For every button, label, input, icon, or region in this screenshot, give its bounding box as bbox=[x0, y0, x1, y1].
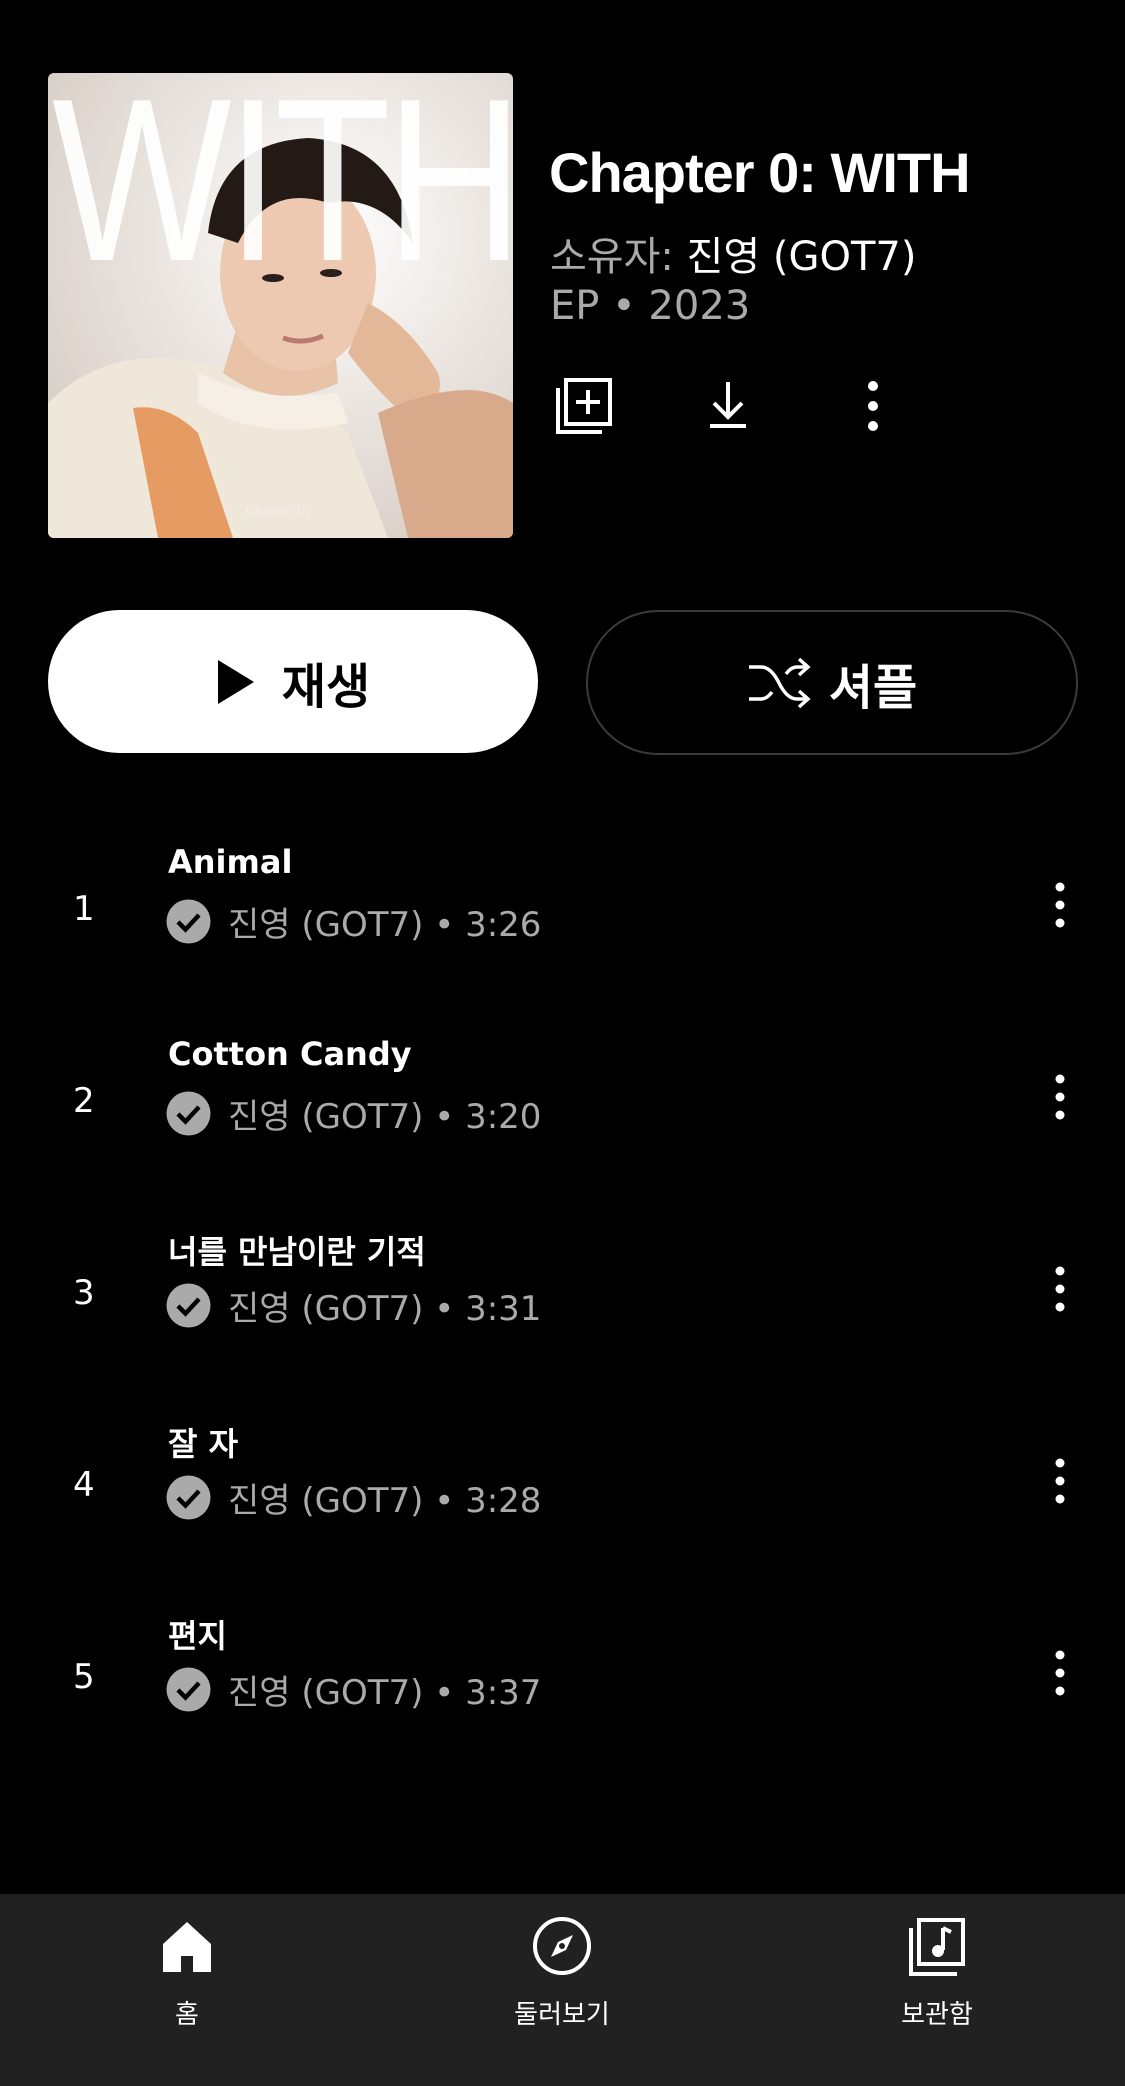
track-title: Animal bbox=[168, 843, 293, 881]
track-row[interactable]: 3 너를 만남이란 기적진영 (GOT7) • 3:31 bbox=[0, 1219, 1125, 1411]
more-vert-icon[interactable] bbox=[1040, 877, 1080, 933]
add-to-library-button[interactable] bbox=[552, 374, 616, 438]
album-meta: EP • 2023 bbox=[550, 283, 751, 329]
shuffle-icon bbox=[748, 657, 811, 708]
download-button[interactable] bbox=[696, 374, 760, 438]
verified-check-icon bbox=[166, 899, 211, 944]
track-artist-duration: 진영 (GOT7) • 3:28 bbox=[228, 1481, 542, 1521]
track-row[interactable]: 4 잘 자진영 (GOT7) • 3:28 bbox=[0, 1411, 1125, 1603]
owner-prefix: 소유자: bbox=[550, 234, 687, 280]
track-artist-duration: 진영 (GOT7) • 3:20 bbox=[228, 1097, 542, 1137]
track-number: 5 bbox=[73, 1657, 95, 1697]
track-row[interactable]: 5 편지 진영 (GOT7) • 3:37 bbox=[0, 1603, 1125, 1795]
bottom-nav: 홈 둘러보기 보관함 bbox=[0, 1894, 1125, 2086]
track-artist-duration: 진영 (GOT7) • 3:26 bbox=[228, 905, 542, 945]
play-label: 재생 bbox=[281, 658, 371, 715]
album-cover-caption: Chapter 0: bbox=[246, 503, 309, 519]
track-row[interactable]: 1 Animal 진영 (GOT7) • 3:26 bbox=[0, 835, 1125, 1027]
track-artist-duration: 진영 (GOT7) • 3:37 bbox=[228, 1673, 542, 1713]
more-vert-icon[interactable] bbox=[1040, 1645, 1080, 1701]
shuffle-label: 셔플 bbox=[828, 659, 918, 716]
owner-name[interactable]: 진영 (GOT7) bbox=[687, 234, 917, 280]
nav-label-explore: 둘러보기 bbox=[514, 2000, 610, 2030]
track-title: 편지 bbox=[168, 1617, 227, 1655]
more-vert-icon[interactable] bbox=[1040, 1261, 1080, 1317]
track-title: Cotton Candy bbox=[168, 1035, 412, 1073]
album-cover: WITH Chapter 0: bbox=[48, 73, 513, 538]
nav-label-library: 보관함 bbox=[901, 2000, 973, 2030]
track-number: 2 bbox=[73, 1081, 95, 1121]
album-title: Chapter 0: WITH bbox=[549, 141, 971, 204]
album-owner[interactable]: 소유자: 진영 (GOT7) bbox=[550, 224, 916, 282]
explore-compass-icon bbox=[533, 1917, 591, 1975]
verified-check-icon bbox=[166, 1091, 211, 1136]
track-number: 3 bbox=[73, 1273, 95, 1313]
track-number: 1 bbox=[73, 889, 95, 929]
track-number: 4 bbox=[73, 1465, 95, 1505]
more-vert-icon[interactable] bbox=[1040, 1453, 1080, 1509]
add-to-library-icon bbox=[556, 378, 612, 434]
nav-item-home[interactable]: 홈 bbox=[57, 1894, 317, 2086]
verified-check-icon bbox=[166, 1475, 211, 1520]
download-icon bbox=[710, 382, 746, 428]
nav-label-home: 홈 bbox=[175, 2000, 199, 2030]
shuffle-button[interactable]: 셔플 bbox=[586, 610, 1078, 755]
play-icon bbox=[217, 659, 254, 704]
play-button[interactable]: 재생 bbox=[48, 610, 538, 753]
library-music-icon bbox=[909, 1918, 965, 1976]
track-title: 잘 자 bbox=[168, 1425, 239, 1463]
verified-check-icon bbox=[166, 1283, 211, 1328]
nav-item-library[interactable]: 보관함 bbox=[807, 1894, 1067, 2086]
track-artist-duration: 진영 (GOT7) • 3:31 bbox=[228, 1289, 542, 1329]
track-row[interactable]: 2 Cotton Candy 진영 (GOT7) • 3:20 bbox=[0, 1027, 1125, 1219]
home-icon bbox=[163, 1922, 211, 1972]
more-vert-icon bbox=[868, 381, 878, 431]
track-title: 너를 만남이란 기적 bbox=[168, 1233, 426, 1271]
album-more-button[interactable] bbox=[841, 374, 905, 438]
album-cover-title: WITH bbox=[52, 73, 513, 310]
more-vert-icon[interactable] bbox=[1040, 1069, 1080, 1125]
nav-item-explore[interactable]: 둘러보기 bbox=[432, 1894, 692, 2086]
verified-check-icon bbox=[166, 1667, 211, 1712]
